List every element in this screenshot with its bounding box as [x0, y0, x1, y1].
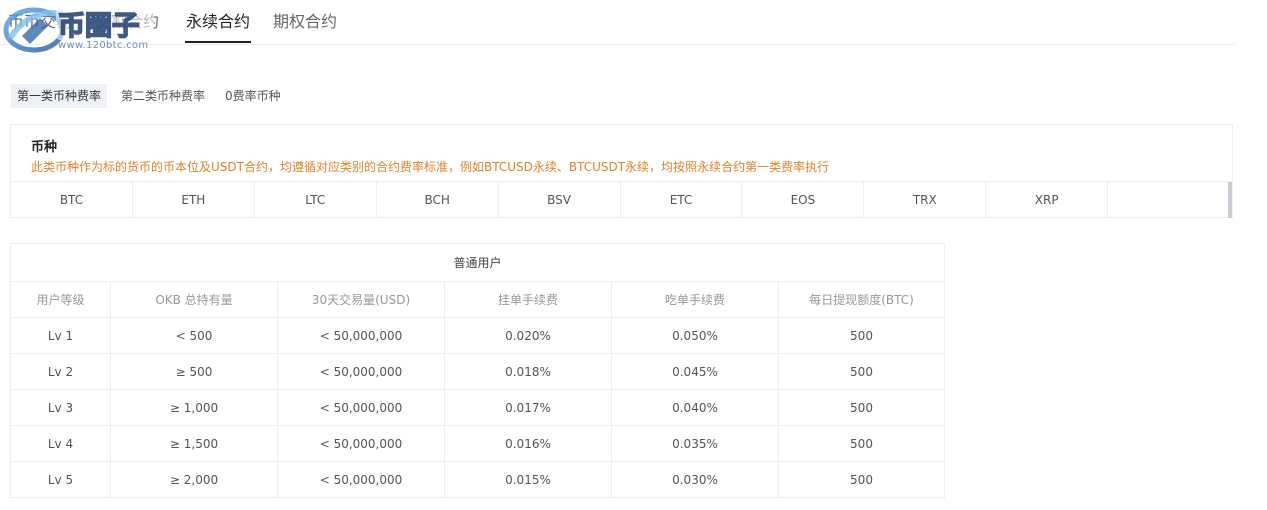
cell-user-level: Lv 5: [10, 461, 111, 498]
column-header-user-level: 用户等级: [10, 281, 111, 318]
cell-30d-volume: < 50,000,000: [277, 425, 445, 462]
cell-30d-volume: < 50,000,000: [277, 353, 445, 390]
cell-30d-volume: < 50,000,000: [277, 317, 445, 354]
table-row: Lv 3 ≥ 1,000 < 50,000,000 0.017% 0.040% …: [10, 389, 945, 426]
cell-daily-withdrawal: 500: [778, 389, 945, 426]
cell-user-level: Lv 3: [10, 389, 111, 426]
cell-okb-holding: ≥ 2,000: [110, 461, 278, 498]
table-row: Lv 4 ≥ 1,500 < 50,000,000 0.016% 0.035% …: [10, 425, 945, 462]
fee-tab-class-2[interactable]: 第二类币种费率: [115, 84, 211, 108]
cell-daily-withdrawal: 500: [778, 425, 945, 462]
coin-item-bsv: BSV: [499, 182, 621, 218]
fee-table: 普通用户 用户等级 OKB 总持有量 30天交易量(USD) 挂单手续费 吃单手…: [10, 243, 945, 498]
cell-maker-fee: 0.016%: [444, 425, 612, 462]
cell-taker-fee: 0.040%: [611, 389, 779, 426]
cell-daily-withdrawal: 500: [778, 353, 945, 390]
coin-item-eth: ETH: [133, 182, 255, 218]
cell-taker-fee: 0.030%: [611, 461, 779, 498]
coin-item-empty: [1108, 182, 1230, 218]
cell-user-level: Lv 1: [10, 317, 111, 354]
coin-item-ltc: LTC: [255, 182, 377, 218]
fee-table-group-title: 普通用户: [10, 243, 945, 282]
column-header-30d-volume: 30天交易量(USD): [277, 281, 445, 318]
cell-taker-fee: 0.045%: [611, 353, 779, 390]
coin-item-xrp: XRP: [986, 182, 1109, 218]
coin-item-eos: EOS: [742, 182, 865, 218]
cell-maker-fee: 0.015%: [444, 461, 612, 498]
cell-user-level: Lv 2: [10, 353, 111, 390]
coin-panel: 币种 此类币种作为标的货币的币本位及USDT合约，均遵循对应类别的合约费率标准，…: [10, 124, 1233, 218]
coin-item-trx: TRX: [864, 182, 987, 218]
column-header-maker-fee: 挂单手续费: [444, 281, 612, 318]
coin-item-btc: BTC: [11, 182, 133, 218]
cell-maker-fee: 0.020%: [444, 317, 612, 354]
column-header-daily-withdrawal: 每日提现额度(BTC): [778, 281, 945, 318]
tab-perpetual-swap[interactable]: 永续合约: [184, 8, 252, 43]
top-tab-bar: 币币交易 交割合约 永续合约 期权合约: [0, 0, 1235, 45]
cell-okb-holding: ≥ 500: [110, 353, 278, 390]
coin-list: BTC ETH LTC BCH BSV ETC EOS TRX XRP: [11, 181, 1230, 218]
coin-list-scrollbar[interactable]: [1228, 182, 1232, 218]
table-row: Lv 1 < 500 < 50,000,000 0.020% 0.050% 50…: [10, 317, 945, 354]
cell-daily-withdrawal: 500: [778, 461, 945, 498]
cell-taker-fee: 0.050%: [611, 317, 779, 354]
cell-okb-holding: ≥ 1,000: [110, 389, 278, 426]
column-header-taker-fee: 吃单手续费: [611, 281, 779, 318]
cell-30d-volume: < 50,000,000: [277, 389, 445, 426]
cell-maker-fee: 0.018%: [444, 353, 612, 390]
tab-options[interactable]: 期权合约: [273, 8, 337, 32]
cell-okb-holding: < 500: [110, 317, 278, 354]
fee-tab-class-1[interactable]: 第一类币种费率: [11, 84, 108, 108]
coin-panel-note: 此类币种作为标的货币的币本位及USDT合约，均遵循对应类别的合约费率标准，例如B…: [31, 160, 830, 174]
table-row: Lv 5 ≥ 2,000 < 50,000,000 0.015% 0.030% …: [10, 461, 945, 498]
tab-spot[interactable]: 币币交易: [8, 8, 72, 32]
coin-item-bch: BCH: [377, 182, 499, 218]
cell-taker-fee: 0.035%: [611, 425, 779, 462]
cell-okb-holding: ≥ 1,500: [110, 425, 278, 462]
coin-item-etc: ETC: [621, 182, 743, 218]
cell-daily-withdrawal: 500: [778, 317, 945, 354]
coin-panel-title: 币种: [31, 140, 58, 155]
tab-futures[interactable]: 交割合约: [95, 8, 159, 32]
cell-maker-fee: 0.017%: [444, 389, 612, 426]
cell-user-level: Lv 4: [10, 425, 111, 462]
fee-tab-zero-fee[interactable]: 0费率币种: [219, 84, 287, 108]
table-row: Lv 2 ≥ 500 < 50,000,000 0.018% 0.045% 50…: [10, 353, 945, 390]
column-header-okb-holding: OKB 总持有量: [110, 281, 278, 318]
cell-30d-volume: < 50,000,000: [277, 461, 445, 498]
